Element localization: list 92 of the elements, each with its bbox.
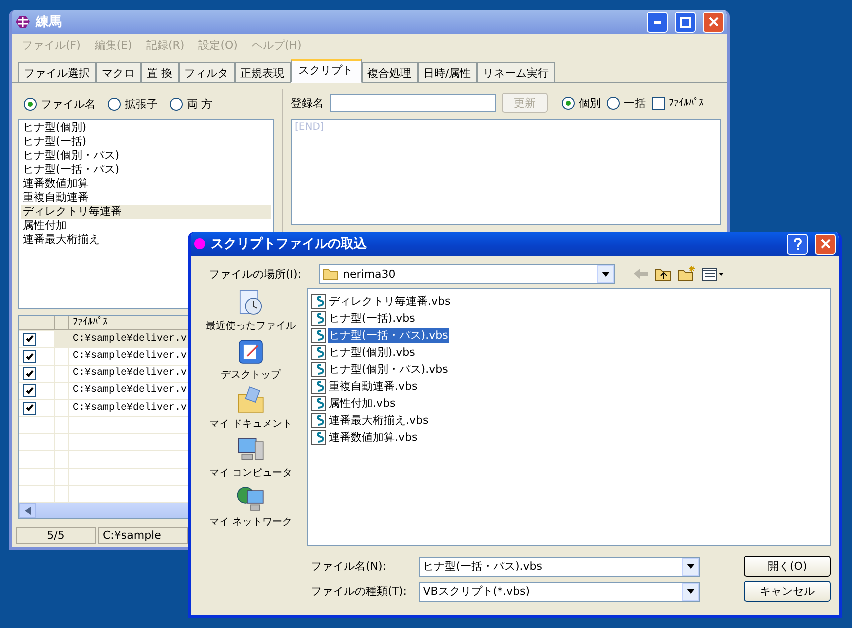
file-name-field[interactable]: ヒナ型(一括・パス).vbs: [419, 556, 700, 576]
list-item[interactable]: ヒナ型(個別・パス): [21, 149, 271, 163]
script-file-icon: [311, 310, 327, 326]
check-mark-icon: [26, 404, 34, 412]
file-item[interactable]: 属性付加.vbs: [328, 396, 397, 411]
network-computer-icon: [236, 484, 266, 514]
location-dropdown[interactable]: nerima30: [319, 264, 615, 284]
radio-option[interactable]: 拡張子: [108, 96, 158, 112]
file-item[interactable]: ヒナ型(個別).vbs: [328, 345, 416, 360]
file-item[interactable]: ヒナ型(個別・パス).vbs: [328, 362, 450, 377]
help-icon: [792, 238, 802, 250]
dropdown-button[interactable]: [597, 265, 614, 283]
tab[interactable]: 日時/属性: [418, 62, 478, 83]
name-field[interactable]: [330, 94, 496, 112]
list-item[interactable]: ヒナ型(一括・パス): [21, 163, 271, 177]
close-icon: [708, 17, 718, 27]
caret-icon: [602, 272, 610, 276]
script-file-icon: [311, 396, 327, 412]
list-item[interactable]: ディレクトリ毎連番: [21, 205, 271, 219]
checkbox[interactable]: [23, 367, 36, 380]
maximize-icon: [680, 16, 691, 28]
tab[interactable]: スクリプト: [290, 59, 362, 83]
radio-option[interactable]: 両 方: [170, 96, 212, 112]
file-item[interactable]: 連番最大桁揃え.vbs: [328, 413, 430, 428]
places-bar-item[interactable]: マイ コンピュータ: [209, 435, 293, 480]
file-item[interactable]: ディレクトリ毎連番.vbs: [328, 294, 452, 309]
scroll-left-button[interactable]: [19, 503, 36, 518]
list-item[interactable]: 連番数値加算: [21, 177, 271, 191]
radio-option[interactable]: ファイル名: [24, 96, 96, 112]
folder-icon: [323, 268, 339, 280]
script-file-icon: [311, 328, 327, 344]
window-title: 練馬: [36, 14, 63, 31]
close-button[interactable]: [703, 12, 724, 32]
dot-icon: [194, 238, 206, 250]
list-item[interactable]: 重複自動連番: [21, 191, 271, 205]
file-item[interactable]: ヒナ型(一括).vbs: [328, 311, 416, 326]
caret-icon: [686, 564, 695, 569]
tab[interactable]: リネーム実行: [477, 62, 556, 83]
tab[interactable]: 置 換: [141, 62, 178, 83]
close-button[interactable]: [815, 234, 836, 254]
list-item[interactable]: ヒナ型(個別): [21, 121, 271, 135]
field-label: 登録名: [291, 96, 324, 110]
folder-icon: [236, 386, 266, 416]
editor-text: [END]: [295, 122, 324, 133]
cancel-button[interactable]: キャンセル: [744, 581, 831, 602]
desktop-icon: [236, 337, 266, 367]
file-item[interactable]: ヒナ型(一括・パス).vbs: [328, 328, 450, 343]
script-file-icon: [311, 294, 327, 310]
up-folder-icon[interactable]: [655, 266, 672, 282]
minimize-icon: [654, 20, 661, 24]
dropdown-button[interactable]: [682, 558, 700, 576]
file-type-dropdown[interactable]: VBスクリプト(*.vbs): [419, 582, 700, 602]
open-button[interactable]: 開く(O): [744, 556, 831, 577]
minimize-button[interactable]: [647, 12, 668, 32]
tab[interactable]: ファイル選択: [18, 62, 96, 83]
script-file-icon: [311, 378, 327, 394]
field-label: ファイルの場所(I):: [209, 266, 303, 282]
checkbox[interactable]: [23, 384, 36, 398]
script-file-icon: [311, 412, 327, 428]
app-logo-icon: [15, 15, 31, 29]
status-text: C:¥sample: [98, 527, 188, 544]
dialog-title: スクリプトファイルの取込: [211, 236, 368, 253]
checkbox[interactable]: [23, 350, 36, 364]
script-file-icon: [311, 344, 327, 360]
left-arrow-icon: [24, 506, 30, 514]
maximize-button[interactable]: [675, 12, 696, 32]
view-menu-icon[interactable]: [702, 268, 724, 280]
radio-option[interactable]: 個別: [562, 96, 601, 110]
caret-icon: [686, 589, 695, 594]
field-label: ファイル名(N):: [311, 559, 388, 574]
tab[interactable]: 正規表現: [234, 62, 290, 83]
file-item[interactable]: 重複自動連番.vbs: [328, 379, 419, 394]
checkbox[interactable]: [23, 402, 36, 415]
list-item[interactable]: ヒナ型(一括): [21, 135, 271, 149]
tab[interactable]: フィルタ: [178, 62, 234, 83]
status-text: 5/5: [16, 527, 96, 544]
new-folder-icon[interactable]: [678, 266, 696, 282]
dropdown-button[interactable]: [682, 582, 700, 600]
checkbox-option[interactable]: ﾌｧｲﾙﾊﾟｽ: [652, 96, 704, 110]
help-button[interactable]: [787, 234, 808, 254]
list-item[interactable]: 属性付加: [21, 219, 271, 233]
script-file-icon: [311, 362, 327, 378]
checkbox[interactable]: [23, 332, 36, 346]
close-icon: [820, 239, 830, 249]
radio-option[interactable]: 一括: [607, 96, 646, 110]
field-label: ファイルの種類(T):: [311, 584, 408, 599]
tab[interactable]: 複合処理: [362, 62, 418, 83]
check-mark-icon: [26, 335, 34, 344]
places-bar-item[interactable]: マイ ネットワーク: [209, 484, 293, 529]
script-file-icon: [311, 430, 327, 446]
tab[interactable]: マクロ: [96, 62, 141, 83]
file-item[interactable]: 連番数値加算.vbs: [328, 430, 419, 445]
